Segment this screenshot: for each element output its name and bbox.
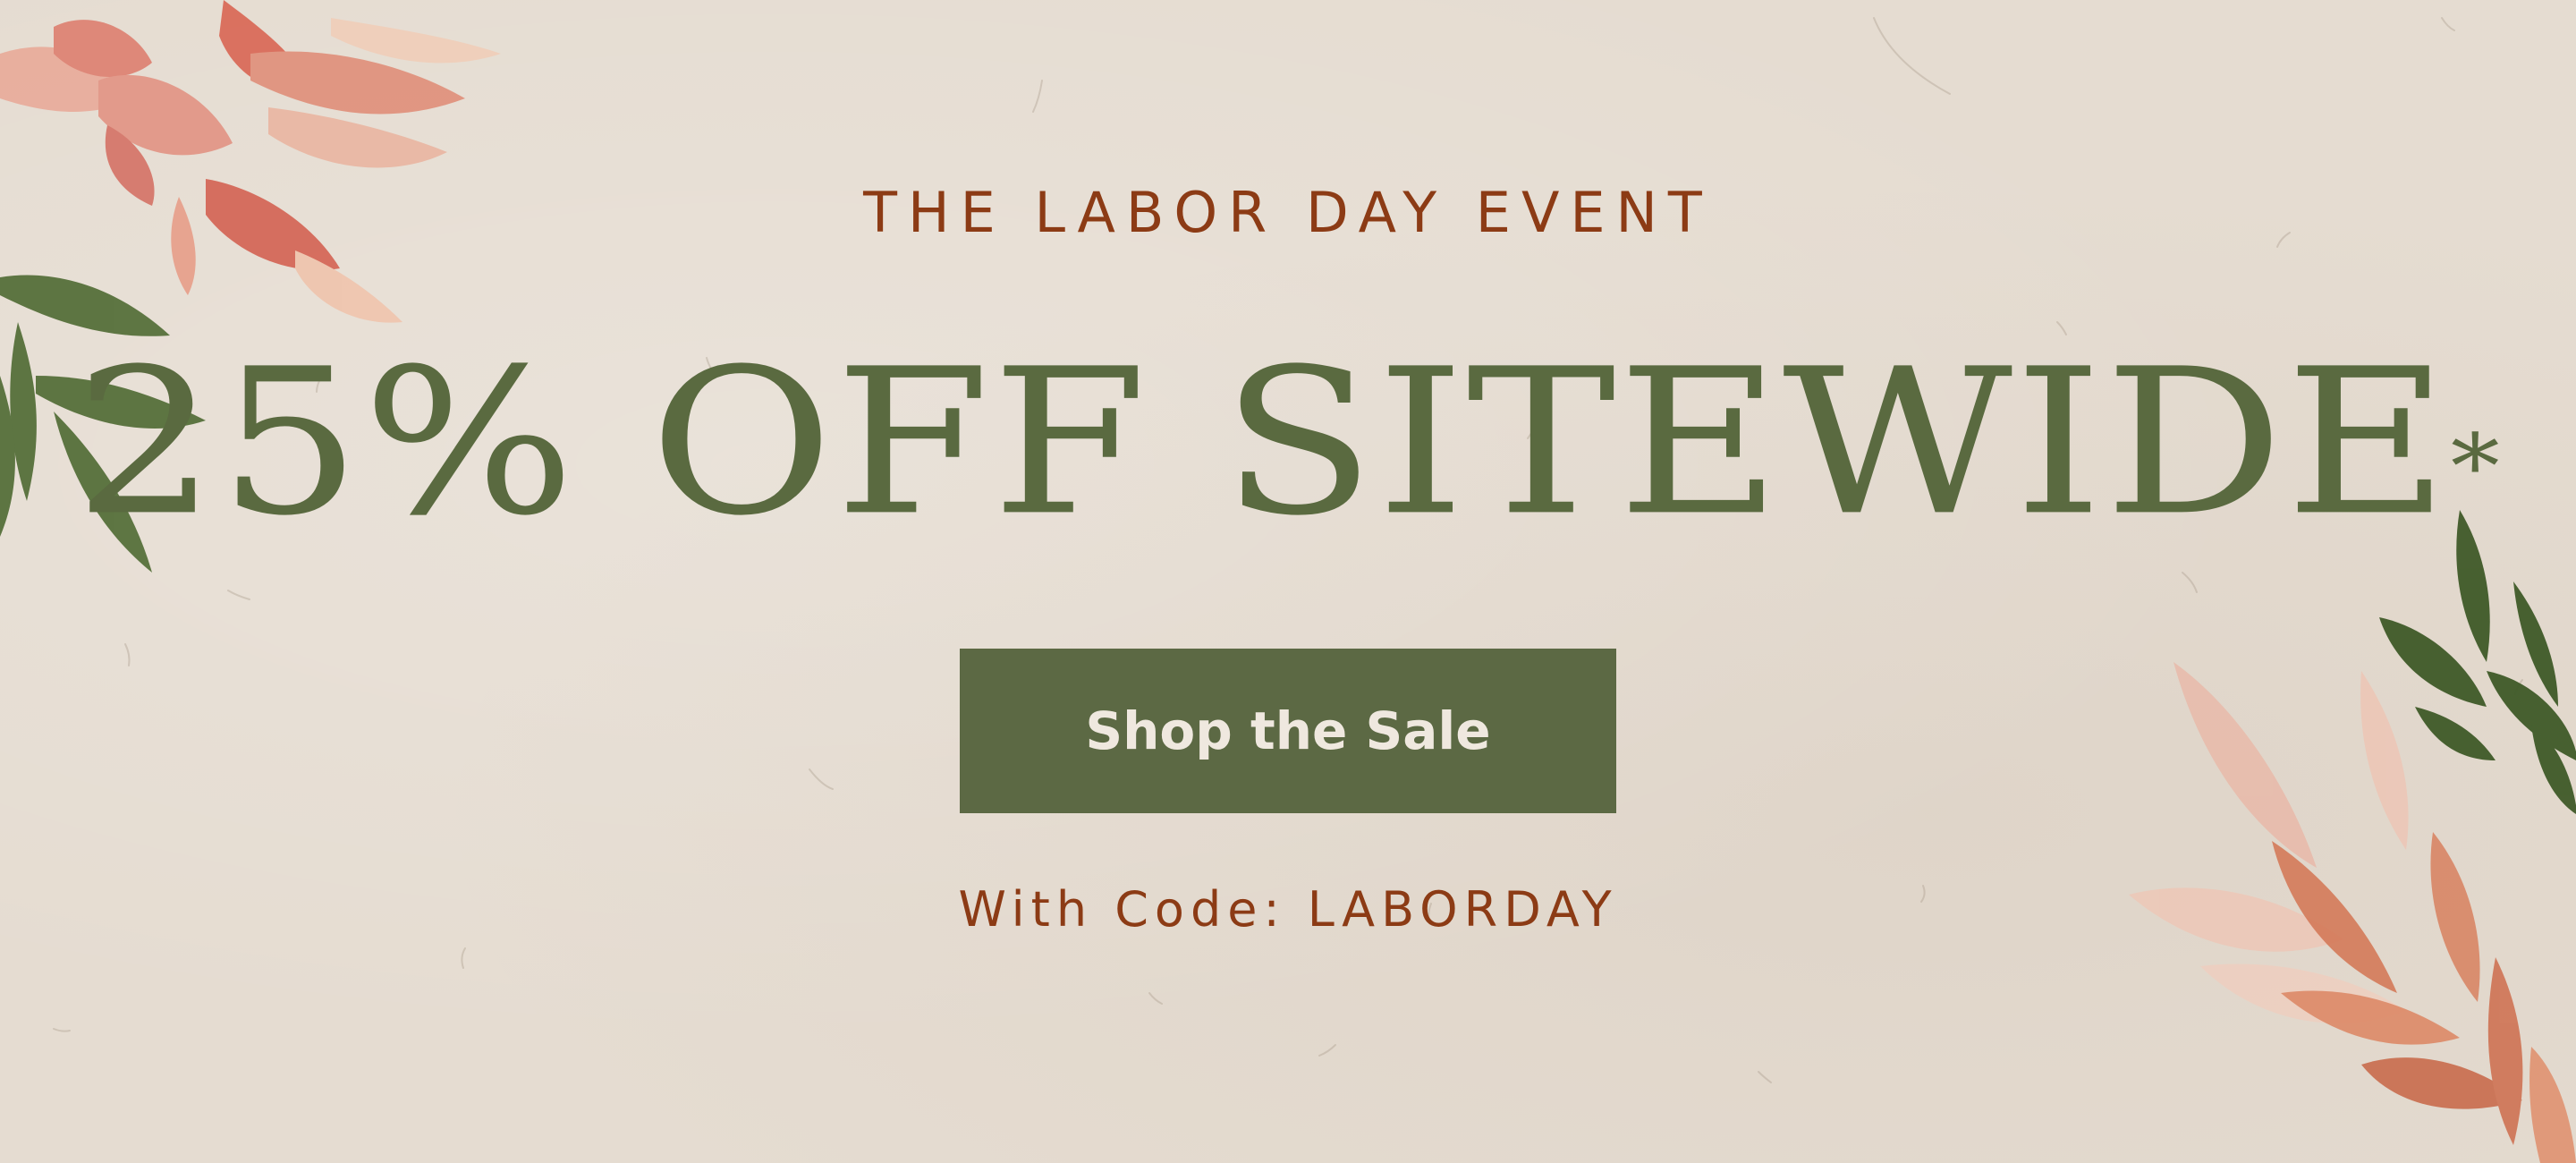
promo-code-text: With Code: LABORDAY [958, 881, 1618, 938]
promo-banner: THE LABOR DAY EVENT 25% OFF SITEWIDE* Sh… [0, 0, 2576, 1163]
headline-asterisk: * [2450, 415, 2502, 519]
watercolor-leaves-icon [2129, 510, 2576, 1163]
headline-text: 25% OFF SITEWIDE [74, 325, 2451, 560]
event-eyebrow: THE LABOR DAY EVENT [863, 180, 1713, 245]
headline: 25% OFF SITEWIDE* [0, 322, 2576, 564]
shop-the-sale-button[interactable]: Shop the Sale [960, 649, 1616, 813]
